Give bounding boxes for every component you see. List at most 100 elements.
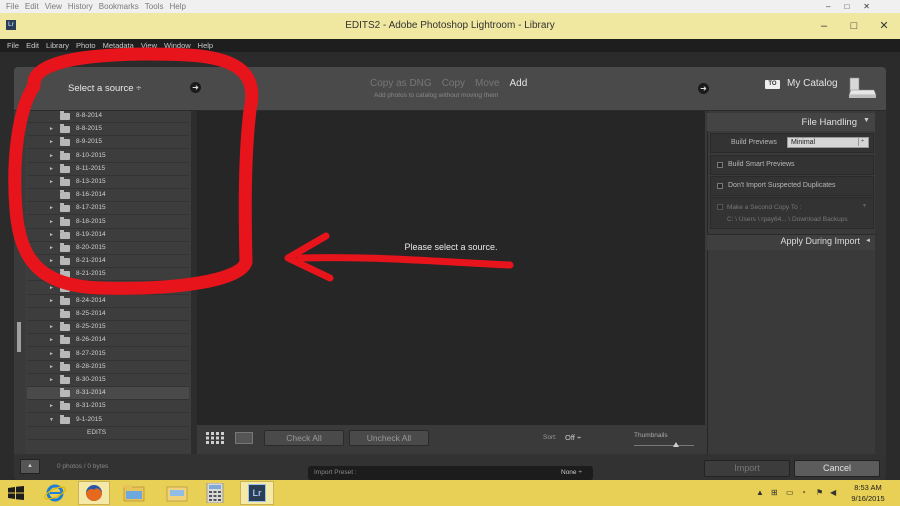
menu-history[interactable]: History xyxy=(68,2,93,11)
destination-arrow-icon[interactable]: ➜ xyxy=(698,83,709,94)
lr-menu-edit[interactable]: Edit xyxy=(26,41,39,50)
menu-tools[interactable]: Tools xyxy=(145,2,164,11)
check-all-button[interactable]: Check All xyxy=(264,430,344,446)
second-copy-checkbox[interactable] xyxy=(717,204,723,210)
lr-menu-help[interactable]: Help xyxy=(198,41,213,50)
folder-row[interactable]: ► 8-9-2015 xyxy=(27,136,189,150)
folder-scrollbar-thumb[interactable] xyxy=(17,322,21,352)
maximize-button[interactable]: □ xyxy=(840,13,868,39)
mode-add[interactable]: Add xyxy=(510,78,528,89)
tray-flag-icon[interactable]: ⚑ xyxy=(816,488,823,497)
disclosure-triangle-icon[interactable]: ► xyxy=(49,403,54,409)
folder-row[interactable]: ► 8-17-2015 xyxy=(27,202,189,216)
folder-row[interactable]: ► 8-13-2015 xyxy=(27,176,189,189)
thumbnail-slider-knob[interactable] xyxy=(673,442,679,447)
disclosure-triangle-icon[interactable]: ► xyxy=(49,285,54,291)
folder-row[interactable]: ► 8-18-2015 xyxy=(27,216,189,229)
folder-row[interactable]: ► 8-11-2015 xyxy=(27,163,189,176)
folder-row[interactable]: ► 8-21-2014 xyxy=(27,255,189,269)
menu-view[interactable]: View xyxy=(45,2,62,11)
maximize-icon[interactable]: □ xyxy=(844,2,849,11)
close-icon[interactable]: ✕ xyxy=(863,2,870,11)
folder-row[interactable]: ► 8-10-2015 xyxy=(27,150,189,163)
tray-network-icon[interactable]: ▭ xyxy=(786,488,794,497)
minimize-button[interactable]: – xyxy=(810,13,838,39)
folder-row[interactable]: ► 8-30-2015 xyxy=(27,374,189,387)
cancel-button[interactable]: Cancel xyxy=(794,460,880,477)
mode-move[interactable]: Move xyxy=(475,78,499,89)
folder-scrollbar[interactable] xyxy=(14,111,25,454)
source-arrow-icon[interactable]: ➜ xyxy=(190,82,201,93)
disclosure-triangle-icon[interactable]: ► xyxy=(49,166,54,172)
tray-arrow-icon[interactable]: ▲ xyxy=(756,488,764,497)
disclosure-triangle-icon[interactable]: ► xyxy=(49,232,54,238)
smart-previews-row[interactable]: Build Smart Previews xyxy=(710,155,874,175)
folder-row[interactable]: ► 8-24-2014 xyxy=(27,295,189,308)
tray-windows-icon[interactable]: ⊞ xyxy=(771,488,778,497)
folder-row[interactable]: ► 8-8-2015 xyxy=(27,123,189,137)
tray-date[interactable]: 9/16/2015 xyxy=(838,494,898,503)
import-preset-select[interactable]: None ÷ xyxy=(561,469,582,476)
lr-menu-library[interactable]: Library xyxy=(46,41,69,50)
start-icon[interactable] xyxy=(8,486,24,500)
folder-row[interactable]: ► 8-21-2015 xyxy=(27,268,189,282)
menu-file[interactable]: File xyxy=(6,2,19,11)
disclosure-triangle-icon[interactable]: ► xyxy=(49,258,54,264)
close-button[interactable]: ✕ xyxy=(868,13,900,39)
folder-row[interactable]: ► 8-27-2015 xyxy=(27,348,189,361)
disclosure-triangle-icon[interactable]: ► xyxy=(49,126,54,132)
expand-triangle-icon[interactable]: ◄ xyxy=(865,238,871,244)
expand-dialog-icon[interactable]: ▲ xyxy=(20,459,40,474)
internet-explorer-icon[interactable] xyxy=(44,483,66,503)
disclosure-triangle-icon[interactable]: ► xyxy=(49,337,54,343)
folder-icon[interactable] xyxy=(166,484,188,502)
folder-row[interactable]: 8-8-2014 xyxy=(27,110,189,123)
file-explorer-icon[interactable] xyxy=(123,484,145,502)
tray-volume-icon[interactable]: ◀ xyxy=(830,488,836,497)
disclosure-triangle-icon[interactable]: ► xyxy=(49,351,54,357)
folder-row[interactable]: ► 8-28-2015 xyxy=(27,361,189,374)
select-source-dropdown[interactable]: Select a source ÷ xyxy=(68,83,141,94)
tray-time[interactable]: 8:53 AM xyxy=(838,483,898,492)
disclosure-triangle-icon[interactable]: ► xyxy=(49,245,54,251)
build-previews-select[interactable]: Minimal xyxy=(787,137,869,148)
folder-row[interactable]: ▼ 9-1-2015 xyxy=(27,414,189,427)
folder-row[interactable]: ► 8-25-2015 xyxy=(27,321,189,335)
smart-previews-checkbox[interactable] xyxy=(717,162,723,168)
disclosure-triangle-icon[interactable]: ► xyxy=(49,377,54,383)
folder-row[interactable]: EDITS xyxy=(27,427,189,440)
calculator-icon[interactable] xyxy=(206,483,224,503)
tray-wifi-icon[interactable]: ◔ xyxy=(801,488,806,497)
import-button[interactable]: Import xyxy=(704,460,790,477)
destination-catalog[interactable]: My Catalog xyxy=(787,78,838,89)
folder-row[interactable]: 8-16-2014 xyxy=(27,189,189,203)
disclosure-triangle-icon[interactable]: ► xyxy=(49,298,54,304)
folder-row[interactable]: ► 8-20-2015 xyxy=(27,242,189,255)
disclosure-triangle-icon[interactable]: ► xyxy=(49,179,54,185)
folder-row[interactable]: 8-25-2014 xyxy=(27,308,189,321)
disclosure-triangle-icon[interactable]: ► xyxy=(49,271,54,277)
sort-dropdown[interactable]: Off ÷ xyxy=(565,433,581,442)
disclosure-triangle-icon[interactable]: ► xyxy=(49,139,54,145)
folder-row[interactable]: ► 8-31-2015 xyxy=(27,400,189,414)
disclosure-triangle-icon[interactable]: ► xyxy=(49,219,54,225)
mode-copy[interactable]: Copy xyxy=(442,78,465,89)
grid-view-icon[interactable] xyxy=(206,432,224,444)
disclosure-triangle-icon[interactable]: ► xyxy=(49,205,54,211)
lightroom-icon[interactable]: Lr xyxy=(248,484,266,502)
second-copy-row[interactable] xyxy=(710,197,874,229)
select-arrows-icon[interactable]: ÷ xyxy=(858,138,866,146)
right-panel-scrollbar[interactable] xyxy=(875,111,886,454)
lr-menu-file[interactable]: File xyxy=(7,41,19,50)
disclosure-triangle-icon[interactable]: ► xyxy=(49,364,54,370)
lr-menu-metadata[interactable]: Metadata xyxy=(103,41,134,50)
menu-help[interactable]: Help xyxy=(169,2,185,11)
folder-row[interactable]: ► 8-26-2014 xyxy=(27,334,189,348)
uncheck-all-button[interactable]: Uncheck All xyxy=(349,430,429,446)
duplicates-checkbox[interactable] xyxy=(717,183,723,189)
minimize-icon[interactable]: – xyxy=(826,2,830,11)
dropdown-arrow-icon[interactable]: ▼ xyxy=(862,203,867,209)
menu-bookmarks[interactable]: Bookmarks xyxy=(99,2,139,11)
lr-menu-view[interactable]: View xyxy=(141,41,157,50)
disclosure-triangle-icon[interactable]: ▼ xyxy=(49,417,54,423)
